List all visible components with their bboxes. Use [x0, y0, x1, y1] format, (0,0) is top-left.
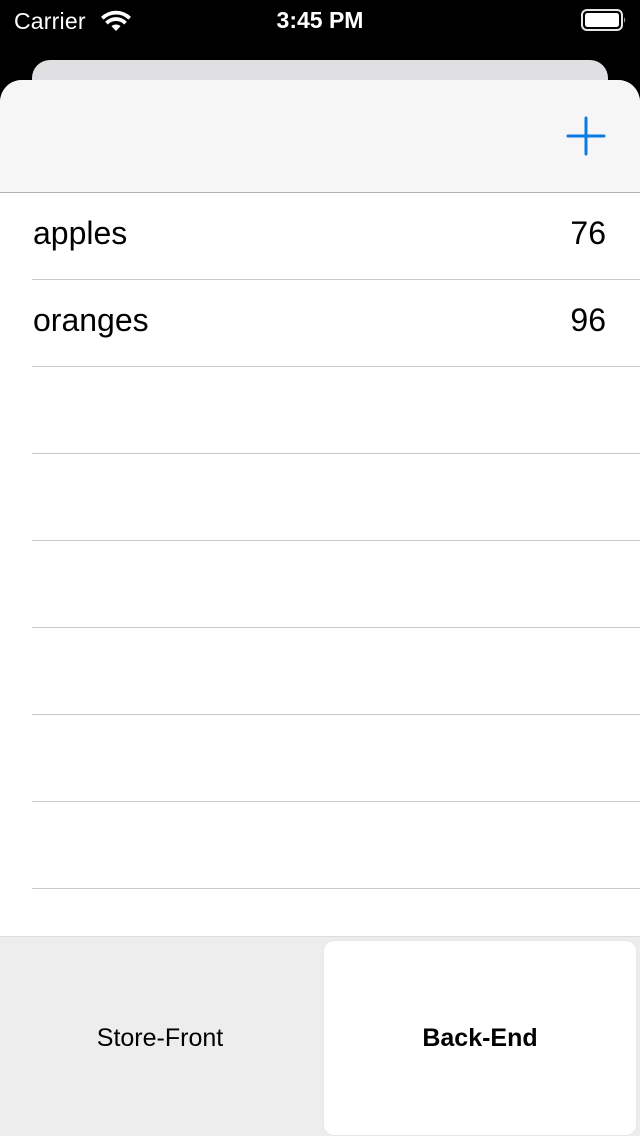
tab-back-end[interactable]: Back-End	[324, 941, 636, 1135]
empty-row	[32, 454, 640, 541]
navigation-bar	[0, 80, 640, 193]
item-count: 76	[570, 215, 606, 251]
battery-icon	[581, 9, 626, 31]
screen: Carrier 3:45 PM apples 76 oranges 96 Sto…	[0, 0, 640, 1136]
empty-row	[32, 628, 640, 715]
table-row[interactable]: apples 76	[32, 193, 640, 280]
empty-row	[32, 802, 640, 889]
inventory-table: apples 76 oranges 96	[0, 193, 640, 976]
empty-row	[32, 541, 640, 628]
status-bar: Carrier 3:45 PM	[0, 0, 640, 42]
item-name: oranges	[33, 302, 149, 338]
empty-row	[32, 715, 640, 802]
tab-store-front[interactable]: Store-Front	[0, 941, 320, 1135]
item-name: apples	[33, 215, 128, 251]
inventory-sheet: apples 76 oranges 96 Store-Front Back-En…	[0, 80, 640, 1136]
add-item-button[interactable]	[562, 112, 610, 160]
table-row[interactable]: oranges 96	[32, 280, 640, 367]
plus-icon	[566, 116, 606, 156]
segmented-tab-bar: Store-Front Back-End	[0, 936, 640, 1136]
item-count: 96	[570, 302, 606, 338]
empty-row	[32, 367, 640, 454]
status-time: 3:45 PM	[276, 7, 364, 33]
